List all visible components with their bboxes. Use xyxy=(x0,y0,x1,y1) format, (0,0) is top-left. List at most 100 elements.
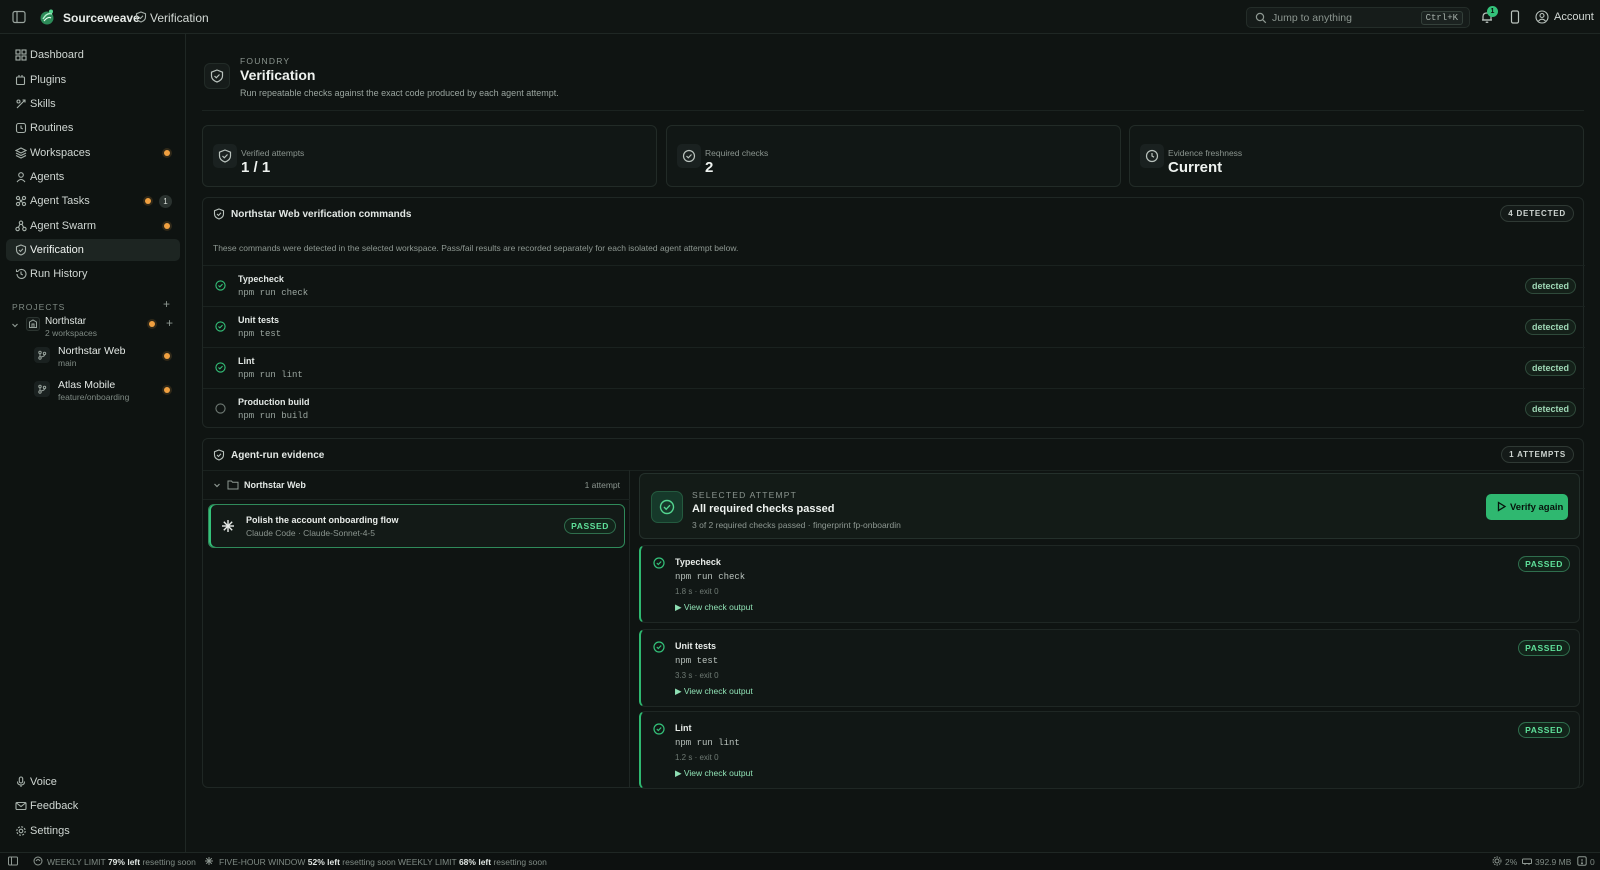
selected-subtitle: 3 of 2 required checks passed · fingerpr… xyxy=(692,520,901,530)
page-eyebrow: FOUNDRY xyxy=(240,56,291,66)
detected-count-badge: 4 DETECTED xyxy=(1500,205,1574,222)
weekly-limit-1: WEEKLY LIMIT 79% left resetting soon xyxy=(47,857,196,867)
mic-icon xyxy=(15,776,27,788)
sidebar-item-label: Plugins xyxy=(30,74,67,86)
shield-icon xyxy=(15,244,27,256)
activity-dot xyxy=(149,321,155,327)
app-logo-icon[interactable] xyxy=(38,8,56,26)
memory-usage: 392.9 MB xyxy=(1535,857,1572,867)
sidebar-item-agents[interactable]: Agents xyxy=(6,166,180,188)
status-badge: PASSED xyxy=(1518,556,1570,572)
command-row[interactable]: Unit tests npm test detected xyxy=(203,306,1585,347)
search-input[interactable]: Jump to anything Ctrl+K xyxy=(1246,7,1470,28)
swarm-icon xyxy=(15,220,27,232)
agent-spark-icon xyxy=(220,518,236,534)
add-project-button[interactable]: + xyxy=(163,297,170,311)
sidebar-item-agent-tasks[interactable]: Agent Tasks 1 xyxy=(6,190,180,212)
limit-reset: resetting soon xyxy=(342,857,396,867)
project-workspace-count: 2 workspaces xyxy=(45,328,97,338)
panel-toggle-icon[interactable] xyxy=(8,856,18,866)
add-workspace-button[interactable]: + xyxy=(166,316,173,330)
sidebar-item-skills[interactable]: Skills xyxy=(6,93,180,115)
command-row[interactable]: Lint npm run lint detected xyxy=(203,347,1585,388)
workspace-northstar-web[interactable]: Northstar Web main xyxy=(0,344,186,376)
sidebar-item-settings[interactable]: Settings xyxy=(6,820,180,842)
check-meta: 3.3 s · exit 0 xyxy=(675,671,719,680)
check-circle-icon xyxy=(215,280,226,291)
breadcrumb[interactable]: Verification xyxy=(150,11,209,25)
app-name: Sourceweave xyxy=(63,11,140,25)
stat-evidence-freshness: Evidence freshness Current xyxy=(1129,125,1584,187)
sidebar-item-verification[interactable]: Verification xyxy=(6,239,180,261)
cpu-usage: 2% xyxy=(1505,857,1518,867)
workspace-branch: feature/onboarding xyxy=(58,392,130,402)
dashboard-icon xyxy=(15,49,27,61)
sidebar-item-feedback[interactable]: Feedback xyxy=(6,795,180,817)
check-result-card: Unit tests npm test 3.3 s · exit 0 ▶ Vie… xyxy=(639,629,1580,707)
sidebar-item-run-history[interactable]: Run History xyxy=(6,263,180,285)
limit-label: FIVE-HOUR WINDOW xyxy=(219,857,306,867)
command-text: npm run lint xyxy=(238,370,303,380)
sidebar-item-label: Agent Tasks xyxy=(30,195,90,207)
search-placeholder: Jump to anything xyxy=(1272,12,1352,24)
sidebar-toggle-icon[interactable] xyxy=(12,10,26,24)
project-name: Northstar xyxy=(45,316,87,327)
cpu-icon xyxy=(1492,856,1502,866)
command-row[interactable]: Typecheck npm run check detected xyxy=(203,265,1585,306)
selected-eyebrow: SELECTED ATTEMPT xyxy=(692,490,798,500)
chevron-down-icon[interactable] xyxy=(213,481,221,489)
sidebar: Dashboard Plugins Skills Routines Worksp… xyxy=(0,34,186,852)
sidebar-item-workspaces[interactable]: Workspaces xyxy=(6,142,180,164)
status-badge: PASSED xyxy=(564,518,616,534)
sidebar-item-voice[interactable]: Voice xyxy=(6,771,180,793)
limit-reset: resetting soon xyxy=(142,857,196,867)
sidebar-item-dashboard[interactable]: Dashboard xyxy=(6,44,180,66)
branch-icon xyxy=(34,381,50,397)
view-output-link[interactable]: ▶ View check output xyxy=(675,602,753,613)
workspace-group-header[interactable]: Northstar Web 1 attempt xyxy=(203,470,630,500)
check-circle-icon xyxy=(653,557,665,569)
chevron-down-icon[interactable] xyxy=(10,320,20,330)
sidebar-item-label: Agents xyxy=(30,171,65,183)
clock-icon xyxy=(1140,144,1164,168)
project-northstar[interactable]: Northstar 2 workspaces + xyxy=(0,314,186,344)
check-command: npm run check xyxy=(675,572,746,582)
selected-attempt-summary: SELECTED ATTEMPT All required checks pas… xyxy=(639,473,1580,539)
status-badge: PASSED xyxy=(1518,722,1570,738)
task-count-badge: 1 xyxy=(159,195,172,208)
command-row[interactable]: Production build npm run build detected xyxy=(203,388,1585,429)
skills-icon xyxy=(15,98,27,110)
header-divider xyxy=(202,110,1584,111)
tasks-icon xyxy=(15,195,27,207)
account-button[interactable]: Account xyxy=(1554,11,1594,23)
command-text: npm run check xyxy=(238,288,309,298)
spark-icon xyxy=(204,856,214,866)
verify-again-button[interactable]: Verify again xyxy=(1486,494,1568,520)
status-badge: detected xyxy=(1524,319,1576,335)
sidebar-item-routines[interactable]: Routines xyxy=(6,117,180,139)
view-output-link[interactable]: ▶ View check output xyxy=(675,768,753,779)
stat-label: Verified attempts xyxy=(241,148,305,158)
stat-value: Current xyxy=(1168,159,1223,176)
sidebar-item-label: Agent Swarm xyxy=(30,220,97,232)
sidebar-item-plugins[interactable]: Plugins xyxy=(6,69,180,91)
attempt-card[interactable]: Polish the account onboarding flow Claud… xyxy=(208,504,625,548)
project-icon xyxy=(26,317,40,331)
page-title: Verification xyxy=(240,67,316,83)
account-icon[interactable] xyxy=(1535,10,1549,24)
workspace-atlas-mobile[interactable]: Atlas Mobile feature/onboarding xyxy=(0,378,186,410)
check-circle-icon xyxy=(215,321,226,332)
search-icon xyxy=(1255,12,1267,24)
check-circle-icon xyxy=(215,362,226,373)
device-icon[interactable] xyxy=(1509,10,1521,24)
shield-icon xyxy=(204,63,230,89)
sidebar-item-agent-swarm[interactable]: Agent Swarm xyxy=(6,215,180,237)
alert-icon[interactable] xyxy=(1577,856,1587,866)
activity-dot xyxy=(164,353,170,359)
routines-icon xyxy=(15,122,27,134)
command-title: Production build xyxy=(238,397,310,407)
check-title: Typecheck xyxy=(675,557,721,567)
notification-badge: 1 xyxy=(1487,6,1498,17)
five-hour-window: FIVE-HOUR WINDOW 52% left resetting soon xyxy=(219,857,396,867)
view-output-link[interactable]: ▶ View check output xyxy=(675,686,753,697)
